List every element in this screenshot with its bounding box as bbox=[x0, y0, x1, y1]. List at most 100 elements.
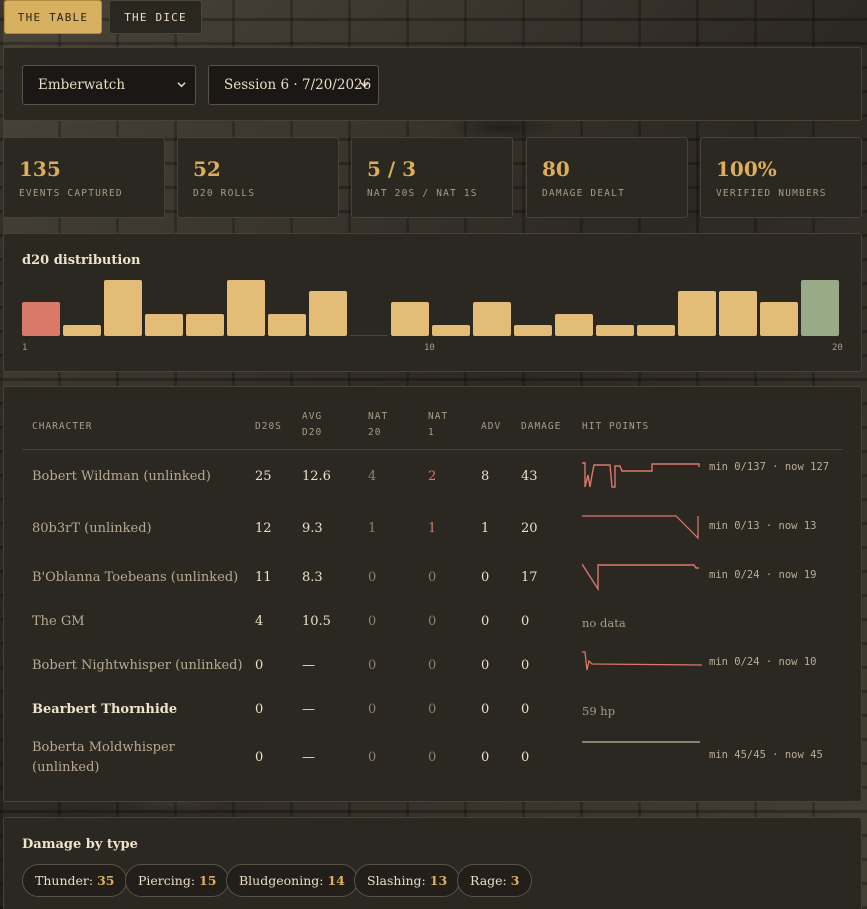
header-nat1-line1: NAT bbox=[428, 411, 449, 422]
avg-d20-value: 9.3 bbox=[302, 521, 323, 536]
nat1-value: 0 bbox=[428, 702, 437, 717]
nat20-value: 0 bbox=[368, 658, 377, 673]
d20-bar-8 bbox=[309, 291, 347, 336]
d20s-value: 11 bbox=[255, 570, 272, 585]
hp-summary: min 0/24 · now 10 bbox=[709, 656, 817, 668]
d20-bar-13 bbox=[514, 325, 552, 336]
nat1-value: 0 bbox=[428, 570, 437, 585]
character-name: Boberta Moldwhisper (unlinked) bbox=[32, 740, 175, 775]
session-select[interactable]: Session 6 · 7/20/2026 bbox=[208, 65, 379, 105]
damage-value: 17 bbox=[521, 570, 538, 585]
damage-chip-thunder: Thunder: 35 bbox=[22, 864, 128, 897]
hp-summary: min 0/137 · now 127 bbox=[709, 461, 830, 473]
avg-d20-value: — bbox=[302, 658, 315, 673]
hp-summary: 59 hp bbox=[582, 704, 616, 718]
axis-label-20: 20 bbox=[832, 343, 843, 353]
nat20-value: 0 bbox=[368, 570, 377, 585]
stat-damage-dealt: 80 DAMAGE DEALT bbox=[526, 137, 688, 218]
chip-value: 15 bbox=[199, 873, 217, 888]
adv-value: 8 bbox=[481, 469, 490, 484]
d20-bar-15 bbox=[596, 325, 634, 336]
hp-summary: no data bbox=[582, 616, 626, 630]
d20s-value: 25 bbox=[255, 469, 272, 484]
stat-value: 80 bbox=[542, 157, 570, 181]
stat-label: DAMAGE DEALT bbox=[542, 188, 626, 199]
header-d20s: D20S bbox=[255, 421, 282, 432]
d20-bar-2 bbox=[63, 325, 101, 336]
stat-value: 100% bbox=[716, 157, 777, 181]
d20-bar-5 bbox=[186, 314, 224, 336]
stat-label: D20 ROLLS bbox=[193, 188, 256, 199]
damage-value: 43 bbox=[521, 469, 538, 484]
d20-bar-11 bbox=[432, 325, 470, 336]
campaign-select[interactable]: Emberwatch bbox=[22, 65, 196, 105]
nat1-value: 2 bbox=[428, 469, 437, 484]
stat-d20-rolls: 52 D20 ROLLS bbox=[177, 137, 339, 218]
hp-summary: min 0/24 · now 19 bbox=[709, 569, 817, 581]
stat-events-captured: 135 EVENTS CAPTURED bbox=[3, 137, 165, 218]
d20-bar-4 bbox=[145, 314, 183, 336]
stat-label: EVENTS CAPTURED bbox=[19, 188, 123, 199]
character-table-panel: CHARACTER D20S AVG D20 NAT 20 NAT 1 ADV … bbox=[3, 386, 862, 802]
chip-label: Bludgeoning: bbox=[239, 873, 324, 888]
tab-the-table[interactable]: THE TABLE bbox=[4, 0, 102, 34]
header-adv: ADV bbox=[481, 421, 502, 432]
hp-sparkline bbox=[582, 651, 702, 671]
d20-bar-16 bbox=[637, 325, 675, 336]
adv-value: 0 bbox=[481, 614, 490, 629]
tab-the-dice[interactable]: THE DICE bbox=[109, 0, 202, 34]
chip-value: 35 bbox=[97, 873, 115, 888]
character-name: Bearbert Thornhide bbox=[32, 702, 178, 717]
hp-sparkline bbox=[582, 563, 699, 591]
avg-d20-value: 10.5 bbox=[302, 614, 331, 629]
adv-value: 1 bbox=[481, 521, 490, 536]
d20-bar-7 bbox=[268, 314, 306, 336]
d20-bar-1 bbox=[22, 302, 60, 336]
chip-label: Piercing: bbox=[138, 873, 196, 888]
damage-value: 0 bbox=[521, 702, 530, 717]
stat-value: 5 / 3 bbox=[367, 157, 417, 181]
nat20-value: 1 bbox=[368, 521, 377, 536]
d20-bar-12 bbox=[473, 302, 511, 336]
header-avg-d20-line2: D20 bbox=[302, 427, 323, 438]
hp-summary: min 45/45 · now 45 bbox=[709, 749, 823, 761]
avg-d20-value: — bbox=[302, 750, 315, 765]
header-avg-d20: AVG D20 bbox=[302, 409, 322, 441]
d20-bar-10 bbox=[391, 302, 429, 336]
stat-value: 52 bbox=[193, 157, 221, 181]
nat20-value: 4 bbox=[368, 469, 377, 484]
header-nat1: NAT 1 bbox=[428, 409, 448, 441]
d20s-value: 4 bbox=[255, 614, 264, 629]
d20-bar-20 bbox=[801, 280, 839, 336]
d20-distribution-panel: d20 distribution 1 10 20 bbox=[3, 233, 862, 372]
character-name: Bobert Nightwhisper (unlinked) bbox=[32, 658, 243, 673]
d20-bar-6 bbox=[227, 280, 265, 336]
d20s-value: 0 bbox=[255, 658, 264, 673]
chip-label: Slashing: bbox=[367, 873, 426, 888]
adv-value: 0 bbox=[481, 702, 490, 717]
d20-bar-17 bbox=[678, 291, 716, 336]
nat20-value: 0 bbox=[368, 614, 377, 629]
d20-bar-3 bbox=[104, 280, 142, 336]
avg-d20-value: — bbox=[302, 702, 315, 717]
hp-sparkline bbox=[582, 741, 700, 743]
d20-bar-19 bbox=[760, 302, 798, 336]
stat-value: 135 bbox=[19, 157, 61, 181]
d20s-value: 12 bbox=[255, 521, 272, 536]
nat20-value: 0 bbox=[368, 702, 377, 717]
character-name: B'Oblanna Toebeans (unlinked) bbox=[32, 570, 239, 585]
header-character: CHARACTER bbox=[32, 421, 93, 432]
nat1-value: 0 bbox=[428, 614, 437, 629]
header-nat1-line2: 1 bbox=[428, 427, 435, 438]
stat-label: VERIFIED NUMBERS bbox=[716, 188, 827, 199]
chip-value: 13 bbox=[429, 873, 448, 888]
d20s-value: 0 bbox=[255, 750, 264, 765]
d20-bar-18 bbox=[719, 291, 757, 336]
damage-value: 0 bbox=[521, 750, 530, 765]
campaign-select-value: Emberwatch bbox=[38, 77, 126, 93]
hp-sparkline bbox=[582, 462, 700, 488]
adv-value: 0 bbox=[481, 750, 490, 765]
adv-value: 0 bbox=[481, 570, 490, 585]
header-nat20-line2: 20 bbox=[368, 427, 382, 438]
d20-bar-9 bbox=[350, 335, 388, 336]
